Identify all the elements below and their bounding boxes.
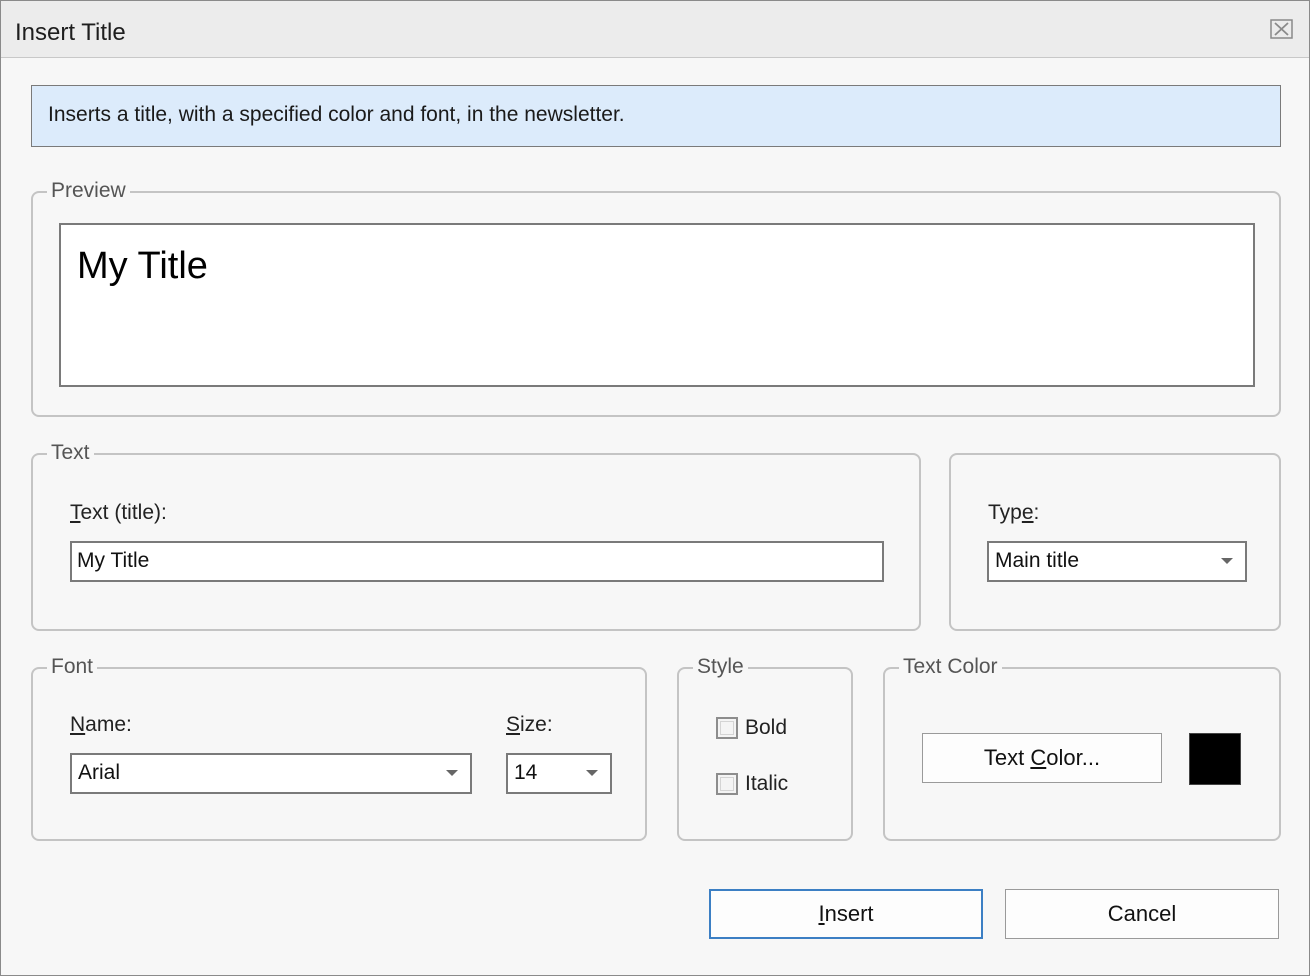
preview-sample-text: My Title	[77, 245, 208, 287]
type-label-post: :	[1033, 501, 1040, 524]
font-size-value: 14	[514, 761, 538, 784]
font-name-label: Name:	[70, 713, 132, 737]
text-color-button[interactable]: Text Color...	[922, 733, 1162, 783]
text-color-button-mnemonic: C	[1030, 745, 1047, 770]
title-text-input[interactable]: My Title	[70, 541, 884, 582]
insert-title-dialog: Insert Title Inserts a title, with a spe…	[0, 0, 1310, 976]
font-name-label-rest: ame:	[85, 713, 132, 736]
font-size-label-rest: ize:	[520, 713, 553, 736]
font-legend: Font	[47, 655, 98, 679]
type-label-mnemonic: e	[1021, 501, 1034, 524]
type-dropdown-value: Main title	[995, 549, 1080, 572]
style-group: Style Bold Italic	[677, 655, 853, 841]
text-legend: Text	[47, 441, 94, 465]
color-swatch	[1189, 733, 1241, 785]
preview-box: My Title	[59, 223, 1255, 387]
bold-label[interactable]: Bold	[745, 716, 787, 740]
font-name-label-mnemonic: N	[70, 713, 86, 736]
type-dropdown[interactable]: Main title	[987, 541, 1247, 582]
description-banner: Inserts a title, with a specified color …	[31, 85, 1281, 147]
description-text: Inserts a title, with a specified color …	[48, 103, 625, 126]
close-icon	[1270, 19, 1293, 39]
close-button[interactable]	[1269, 17, 1295, 41]
text-title-label-rest: ext (title):	[80, 501, 167, 524]
text-group: Text Text (title): My Title	[31, 441, 921, 631]
title-bar: Insert Title	[1, 1, 1309, 58]
chevron-down-icon	[586, 770, 598, 776]
text-title-label: Text (title):	[70, 501, 167, 525]
font-size-label-mnemonic: S	[506, 713, 521, 736]
text-color-group: Text Color Text Color...	[883, 655, 1281, 841]
type-group: Type: Main title	[949, 453, 1281, 631]
preview-legend: Preview	[47, 179, 130, 203]
font-size-dropdown[interactable]: 14	[506, 753, 612, 794]
bold-checkbox[interactable]	[716, 717, 738, 739]
font-name-value: Arial	[78, 761, 121, 784]
text-color-legend: Text Color	[899, 655, 1002, 679]
style-legend: Style	[693, 655, 748, 679]
type-label: Type:	[988, 501, 1039, 525]
text-color-button-pre: Text	[983, 745, 1031, 770]
preview-group: Preview My Title	[31, 179, 1281, 417]
cancel-button[interactable]: Cancel	[1005, 889, 1279, 939]
font-size-label: Size:	[506, 713, 553, 737]
text-title-label-mnemonic: T	[70, 501, 81, 524]
font-group: Font Name: Arial Size: 14	[31, 655, 647, 841]
chevron-down-icon	[1221, 558, 1233, 564]
font-name-dropdown[interactable]: Arial	[70, 753, 472, 794]
insert-button-rest: nsert	[824, 901, 874, 926]
text-color-button-post: olor...	[1046, 745, 1101, 770]
insert-button[interactable]: Insert	[709, 889, 983, 939]
italic-label[interactable]: Italic	[745, 772, 788, 796]
italic-checkbox[interactable]	[716, 773, 738, 795]
type-label-pre: Typ	[988, 501, 1022, 524]
chevron-down-icon	[446, 770, 458, 776]
dialog-title: Insert Title	[15, 19, 126, 46]
